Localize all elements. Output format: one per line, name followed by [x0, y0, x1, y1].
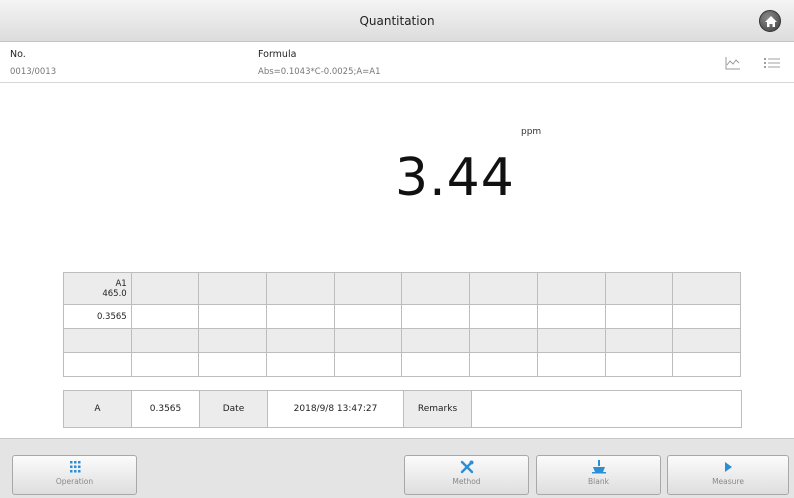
table-cell — [536, 272, 606, 305]
date-value: 2018/9/8 13:47:27 — [267, 390, 404, 428]
tools-icon — [460, 460, 473, 474]
table-cell — [63, 328, 132, 353]
table-cell — [333, 304, 403, 329]
table-cell — [604, 328, 674, 353]
method-label: Method — [452, 477, 481, 486]
remarks-label: Remarks — [403, 390, 472, 428]
formula-label: Formula — [258, 49, 297, 60]
table-cell — [672, 304, 741, 329]
table-cell — [672, 352, 741, 377]
table-cell — [333, 272, 403, 305]
table-cell — [198, 328, 268, 353]
measure-label: Measure — [712, 477, 744, 486]
table-cell — [266, 272, 335, 305]
table-cell — [198, 272, 268, 305]
table-cell — [604, 272, 674, 305]
table-cell — [266, 328, 335, 353]
table-cell — [130, 304, 200, 329]
page-title: Quantitation — [359, 14, 435, 28]
result-value: 3.44 — [395, 148, 515, 208]
table-cell — [130, 352, 200, 377]
table-cell — [198, 304, 268, 329]
table-cell — [536, 328, 606, 353]
table-cell — [672, 272, 741, 305]
blank-label: Blank — [588, 477, 609, 486]
bottom-toolbar: Operation Method Blank Measure — [0, 438, 794, 498]
table-cell — [536, 352, 606, 377]
table-cell — [401, 328, 471, 353]
measure-button[interactable]: Measure — [667, 455, 789, 495]
table-cell — [469, 272, 538, 305]
home-icon — [765, 16, 777, 27]
table-cell — [604, 304, 674, 329]
play-icon — [725, 462, 732, 472]
table-cell — [130, 272, 200, 305]
no-value: 0013/0013 — [10, 67, 57, 77]
table-cell — [469, 304, 538, 329]
absorbance-value: 0.3565 — [63, 304, 132, 329]
formula-value: Abs=0.1043*C-0.0025;A=A1 — [258, 67, 381, 77]
no-label: No. — [10, 49, 26, 60]
wavelength-value: 465.0 — [102, 288, 127, 299]
method-button[interactable]: Method — [404, 455, 529, 495]
table-cell — [536, 304, 606, 329]
date-label: Date — [199, 390, 268, 428]
home-button[interactable] — [759, 10, 781, 32]
list-icon[interactable] — [763, 55, 781, 71]
table-cell — [469, 328, 538, 353]
table-cell — [333, 328, 403, 353]
operation-label: Operation — [55, 477, 94, 486]
operation-button[interactable]: Operation — [12, 455, 137, 495]
a-label: A — [63, 390, 132, 428]
result-unit: ppm — [521, 127, 542, 137]
remarks-field[interactable] — [471, 390, 742, 428]
table-cell — [401, 272, 471, 305]
table-cell — [469, 352, 538, 377]
blank-icon — [591, 460, 606, 474]
graph-icon[interactable] — [724, 55, 742, 71]
table-header-cell: A1 465.0 — [63, 272, 132, 305]
table-cell — [266, 304, 335, 329]
info-bar: No. 0013/0013 Formula Abs=0.1043*C-0.002… — [0, 43, 794, 83]
data-table: A1 465.0 0.3565 — [63, 272, 741, 377]
table-cell — [130, 328, 200, 353]
table-cell — [672, 328, 741, 353]
table-cell — [604, 352, 674, 377]
title-bar: Quantitation — [0, 0, 794, 42]
wavelength-label: A1 — [115, 278, 127, 289]
summary-table: A 0.3565 Date 2018/9/8 13:47:27 Remarks — [63, 390, 742, 428]
table-cell — [63, 352, 132, 377]
table-cell — [401, 304, 471, 329]
table-cell — [333, 352, 403, 377]
table-cell — [198, 352, 268, 377]
table-cell — [401, 352, 471, 377]
grid-icon — [69, 461, 80, 473]
table-cell — [266, 352, 335, 377]
a-value: 0.3565 — [131, 390, 200, 428]
blank-button[interactable]: Blank — [536, 455, 661, 495]
